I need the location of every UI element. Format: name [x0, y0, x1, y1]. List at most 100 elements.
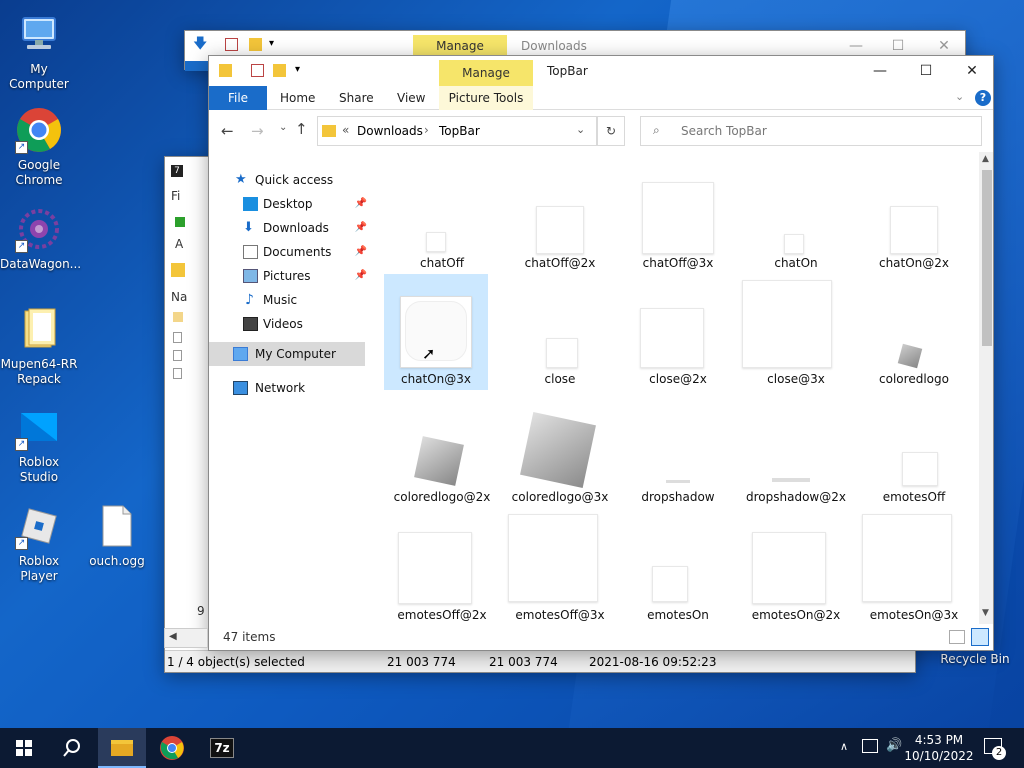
- network-icon[interactable]: [862, 739, 878, 753]
- tab-picture-tools[interactable]: Picture Tools: [439, 86, 533, 110]
- nav-videos[interactable]: Videos: [243, 313, 367, 335]
- search-button[interactable]: [48, 728, 96, 768]
- sevenzip-menu-file[interactable]: Fi: [171, 189, 180, 203]
- new-folder-icon[interactable]: [273, 64, 286, 77]
- nav-my-computer[interactable]: My Computer: [209, 342, 365, 366]
- recent-locations-icon[interactable]: ⌄: [279, 122, 287, 133]
- topbar-explorer-window[interactable]: ▾ Manage TopBar — ☐ ✕ File Home Share Vi…: [208, 55, 994, 651]
- file-item[interactable]: coloredlogo: [856, 274, 972, 390]
- desktop-icon-roblox-studio[interactable]: ↗ Roblox Studio: [0, 403, 78, 485]
- maximize-button[interactable]: ☐: [903, 56, 949, 86]
- nav-label: My Computer: [255, 347, 336, 361]
- vertical-scrollbar[interactable]: ▲ ▼: [979, 152, 993, 624]
- file-item[interactable]: emotesOn: [620, 510, 736, 624]
- desktop-icon-ouch-ogg[interactable]: ouch.ogg: [78, 502, 156, 569]
- desktop-icon-mupen64[interactable]: Mupen64-RR Repack: [0, 305, 78, 387]
- customize-toolbar-icon[interactable]: ▾: [269, 38, 274, 49]
- nav-documents[interactable]: Documents 📌: [243, 241, 367, 263]
- expand-ribbon-icon[interactable]: ⌄: [955, 90, 964, 103]
- desktop-icon-label: Recycle Bin: [940, 652, 1010, 666]
- audio-file-icon: [93, 502, 141, 550]
- nav-downloads[interactable]: ⬇ Downloads 📌: [243, 217, 367, 239]
- search-input[interactable]: Search TopBar: [681, 124, 767, 138]
- add-icon[interactable]: [175, 217, 185, 227]
- address-dropdown-icon[interactable]: ⌄: [576, 123, 585, 136]
- minimize-button[interactable]: —: [857, 56, 903, 86]
- clock[interactable]: 4:53 PM 10/10/2022: [904, 732, 974, 764]
- back-arrow-icon[interactable]: ←: [221, 122, 234, 140]
- desktop-icon-roblox-player[interactable]: ↗ Roblox Player: [0, 502, 78, 584]
- tab-view[interactable]: View: [387, 86, 435, 110]
- close-button[interactable]: ✕: [949, 56, 993, 86]
- file-item[interactable]: chatOff@3x: [620, 152, 736, 272]
- help-icon[interactable]: ?: [975, 90, 991, 106]
- file-item[interactable]: coloredlogo@2x: [384, 392, 500, 508]
- horizontal-scrollbar[interactable]: ◀: [164, 628, 208, 648]
- desktop-icon-datawagon[interactable]: ↗ DataWagon...: [0, 205, 81, 272]
- nav-pictures[interactable]: Pictures 📌: [243, 265, 367, 287]
- title-bar[interactable]: ▾ Manage TopBar — ☐ ✕: [209, 56, 993, 86]
- up-arrow-icon[interactable]: ↑: [295, 120, 308, 138]
- file-item[interactable]: emotesOff: [856, 392, 972, 508]
- scrollbar-thumb[interactable]: [982, 170, 992, 346]
- nav-desktop[interactable]: Desktop 📌: [243, 193, 367, 215]
- pin-icon[interactable]: 📌: [355, 265, 367, 287]
- refresh-button[interactable]: ↻: [597, 116, 625, 146]
- tab-file[interactable]: File: [209, 86, 267, 110]
- breadcrumb-topbar[interactable]: TopBar: [439, 124, 480, 138]
- properties-icon[interactable]: [225, 38, 238, 51]
- search-box[interactable]: ⌕ Search TopBar: [640, 116, 982, 146]
- file-name: close@3x: [767, 372, 825, 386]
- scroll-up-icon[interactable]: ▲: [982, 154, 989, 164]
- tab-share[interactable]: Share: [329, 86, 384, 110]
- volume-icon[interactable]: 🔊: [886, 738, 902, 753]
- file-item[interactable]: close@3x: [738, 274, 854, 390]
- nav-quick-access[interactable]: ★ Quick access: [235, 169, 385, 191]
- sevenzip-toolbar-add[interactable]: A: [175, 237, 183, 251]
- address-bar[interactable]: « Downloads › TopBar ⌄: [317, 116, 597, 146]
- properties-icon[interactable]: [251, 64, 264, 77]
- manage-context-tab[interactable]: Manage: [413, 35, 507, 57]
- pin-icon[interactable]: 📌: [355, 217, 367, 239]
- file-item[interactable]: chatOff@2x: [502, 152, 618, 272]
- scroll-left-icon[interactable]: ◀: [169, 631, 177, 642]
- desktop-icon-google-chrome[interactable]: ↗ Google Chrome: [0, 106, 78, 188]
- breadcrumb-overflow[interactable]: «: [342, 123, 349, 137]
- new-folder-icon[interactable]: [249, 38, 262, 51]
- file-item-selected[interactable]: chatOn@3x ➚: [384, 274, 488, 390]
- start-button[interactable]: [0, 728, 48, 768]
- file-item[interactable]: dropshadow: [620, 392, 736, 508]
- taskbar-7zip[interactable]: 7z: [198, 728, 246, 768]
- taskbar-file-explorer[interactable]: [98, 728, 146, 768]
- breadcrumb-downloads[interactable]: Downloads: [357, 124, 423, 138]
- pin-icon[interactable]: 📌: [355, 193, 367, 215]
- scroll-down-icon[interactable]: ▼: [982, 608, 989, 618]
- file-item[interactable]: emotesOn@2x: [738, 510, 854, 624]
- manage-context-tab[interactable]: Manage: [439, 60, 533, 86]
- file-tab-sliver[interactable]: [185, 61, 209, 71]
- file-item[interactable]: emotesOff@3x: [502, 510, 618, 624]
- pin-icon[interactable]: 📌: [355, 241, 367, 263]
- file-item[interactable]: emotesOn@3x: [856, 510, 972, 624]
- desktop-icon-recycle-bin[interactable]: Recycle Bin: [936, 652, 1014, 667]
- folder-up-icon[interactable]: [171, 263, 185, 277]
- file-item[interactable]: chatOn: [738, 152, 854, 272]
- forward-arrow-icon[interactable]: →: [251, 122, 264, 140]
- tray-overflow-icon[interactable]: ∧: [840, 740, 848, 753]
- large-icons-view-icon[interactable]: [971, 628, 989, 646]
- customize-toolbar-icon[interactable]: ▾: [295, 64, 300, 75]
- file-item[interactable]: dropshadow@2x: [738, 392, 854, 508]
- nav-network[interactable]: Network: [233, 377, 383, 399]
- file-item[interactable]: close: [502, 274, 618, 390]
- nav-music[interactable]: ♪ Music: [243, 289, 367, 311]
- file-item[interactable]: chatOn@2x: [856, 152, 972, 272]
- sevenzip-column-name[interactable]: Na: [171, 290, 187, 304]
- taskbar-chrome[interactable]: [148, 728, 196, 768]
- details-view-icon[interactable]: [949, 630, 965, 644]
- tab-home[interactable]: Home: [270, 86, 325, 110]
- file-item[interactable]: coloredlogo@3x: [502, 392, 618, 508]
- file-item[interactable]: chatOff: [384, 152, 500, 272]
- file-item[interactable]: emotesOff@2x: [384, 510, 500, 624]
- desktop-icon-my-computer[interactable]: My Computer: [0, 10, 78, 92]
- file-item[interactable]: close@2x: [620, 274, 736, 390]
